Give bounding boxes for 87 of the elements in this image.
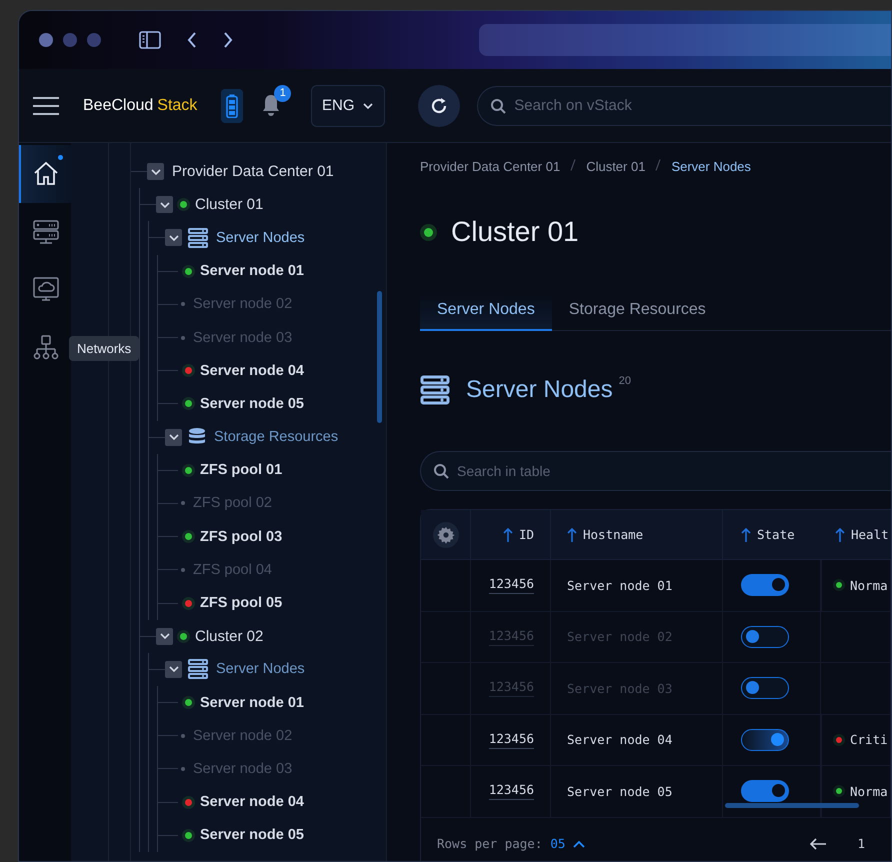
tooltip: Networks xyxy=(69,336,140,361)
page-title: Cluster 01 xyxy=(451,216,579,248)
column-header[interactable]: ID xyxy=(471,510,551,559)
tree-item[interactable]: Server node 05 xyxy=(200,396,304,412)
product-name: Stack xyxy=(157,96,198,114)
id-link[interactable]: 123456 xyxy=(488,730,534,749)
tree-item[interactable]: Server node 01 xyxy=(200,263,304,280)
section-title: Server Nodes xyxy=(466,376,613,404)
toggle-switch[interactable] xyxy=(741,780,789,802)
tree-item[interactable]: ZFS pool 01 xyxy=(200,462,282,478)
column-header[interactable]: Healt xyxy=(821,510,891,559)
column-header[interactable]: State xyxy=(723,510,821,559)
server-stack-icon xyxy=(188,659,208,680)
tree-item[interactable]: Server node 04 xyxy=(200,794,304,810)
window-control-dot[interactable] xyxy=(87,33,101,47)
table-cell: Server node 04 xyxy=(567,732,672,748)
table-cell: Server node 05 xyxy=(567,784,672,799)
page-number[interactable]: 1 xyxy=(857,836,865,851)
sort-arrow-icon xyxy=(567,526,577,542)
expand-toggle[interactable] xyxy=(156,628,173,645)
battery-button[interactable] xyxy=(221,88,244,122)
toggle-switch[interactable] xyxy=(741,728,789,751)
sort-arrow-icon xyxy=(502,526,513,542)
tree-item[interactable]: ZFS pool 03 xyxy=(200,528,282,545)
brand-name: BeeCloud xyxy=(83,96,154,114)
tree-item[interactable]: Provider Data Center 01 xyxy=(172,163,334,180)
network-icon xyxy=(32,334,60,362)
settings-icon xyxy=(432,522,458,548)
menu-icon[interactable] xyxy=(33,96,59,114)
column-header[interactable]: Hostname xyxy=(551,510,723,559)
sidebar-toggle-icon[interactable] xyxy=(139,31,161,49)
item-count: 20 xyxy=(618,375,631,387)
tree-item[interactable]: Storage Resources xyxy=(214,429,338,446)
table-row[interactable]: 123456 Server node 04 Criti xyxy=(421,714,891,766)
table-search-field[interactable]: Search in table xyxy=(420,451,891,491)
tree-item[interactable]: Server node 05 xyxy=(200,827,304,844)
search-field[interactable]: Search on vStack xyxy=(477,86,891,126)
tree-item[interactable]: Server Nodes xyxy=(216,230,305,246)
breadcrumb-link[interactable]: Provider Data Center 01 xyxy=(420,159,560,174)
bell-icon[interactable] xyxy=(261,94,282,116)
tree-item[interactable]: Server node 04 xyxy=(200,362,304,379)
toggle-switch[interactable] xyxy=(741,574,789,596)
refresh-button[interactable] xyxy=(418,84,460,126)
sort-arrow-icon xyxy=(741,526,751,542)
table-cell: Server node 02 xyxy=(567,629,672,644)
caret-up-icon xyxy=(573,840,586,848)
table-row[interactable]: 123456 Server node 01 Norma xyxy=(421,560,891,612)
expand-toggle[interactable] xyxy=(165,660,182,678)
expand-toggle[interactable] xyxy=(156,196,173,214)
notification-count: 1 xyxy=(274,84,292,102)
server-rack-icon xyxy=(32,218,60,246)
home-icon xyxy=(32,160,60,188)
tree-item[interactable]: Cluster 02 xyxy=(195,628,264,645)
server-stack-icon xyxy=(420,375,450,405)
table-cell: Norma xyxy=(850,784,888,799)
scrollbar[interactable] xyxy=(725,803,859,808)
breadcrumb-separator-icon xyxy=(655,159,662,171)
id-link[interactable]: 123456 xyxy=(488,576,534,594)
table-cell: Norma xyxy=(850,578,888,593)
rows-per-page-label: Rows per page: xyxy=(437,836,542,851)
battery-icon xyxy=(226,94,238,118)
table-cell: Criti xyxy=(850,732,888,748)
table-cell: Server node 03 xyxy=(567,680,672,696)
forward-icon[interactable] xyxy=(223,31,233,49)
table-cell: Server node 01 xyxy=(567,578,672,593)
tree-item[interactable]: Server node 01 xyxy=(200,694,304,711)
tab[interactable]: Storage Resources xyxy=(552,293,723,331)
expand-toggle[interactable] xyxy=(147,163,164,180)
language-dropdown[interactable]: ENG xyxy=(311,84,386,126)
back-icon[interactable] xyxy=(187,31,197,49)
breadcrumb-link[interactable]: Server Nodes xyxy=(671,159,751,174)
window-control-dot[interactable] xyxy=(63,33,77,47)
cloud-monitor-icon xyxy=(32,276,60,304)
expand-toggle[interactable] xyxy=(165,229,182,246)
tree-item[interactable]: Cluster 01 xyxy=(195,196,264,214)
server-stack-icon xyxy=(188,228,208,248)
id-link[interactable]: 123456 xyxy=(488,782,534,800)
window-control-dot[interactable] xyxy=(39,33,53,47)
breadcrumb-link[interactable]: Cluster 01 xyxy=(586,159,646,174)
tree-item[interactable]: Server Nodes xyxy=(216,661,305,678)
rows-per-page-dropdown[interactable]: 05 xyxy=(550,836,586,851)
tree-item[interactable]: ZFS pool 05 xyxy=(200,595,282,612)
sort-arrow-icon xyxy=(835,526,845,542)
expand-toggle[interactable] xyxy=(165,428,182,446)
scrollbar[interactable] xyxy=(377,291,382,423)
breadcrumb-separator-icon xyxy=(570,159,576,171)
previous-page-icon[interactable] xyxy=(809,838,828,850)
